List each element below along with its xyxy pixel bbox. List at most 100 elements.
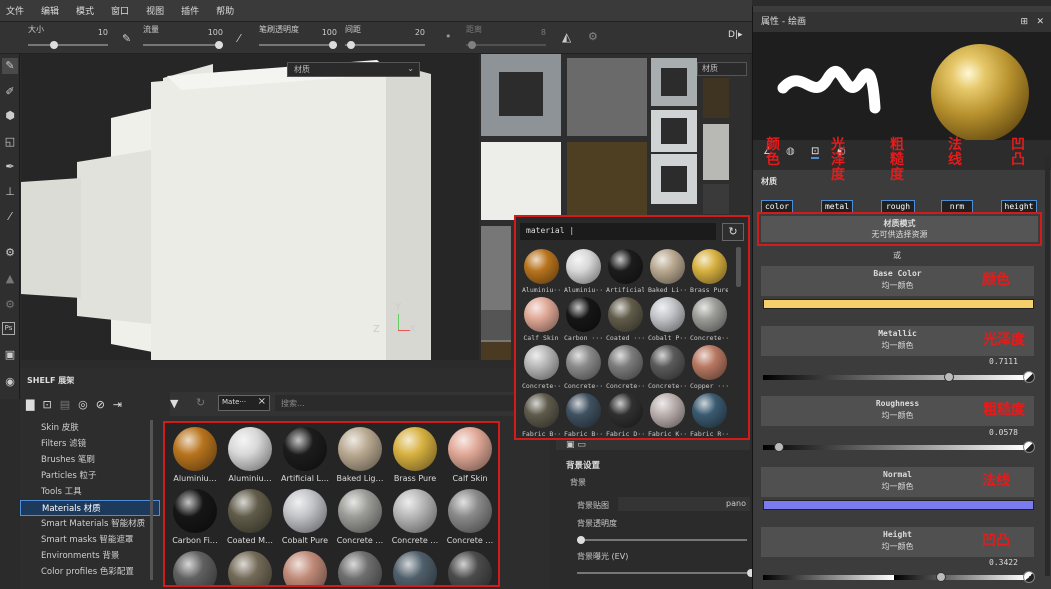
material-tile[interactable] [448, 551, 492, 585]
material-tile[interactable] [173, 489, 217, 533]
background-opacity-knob[interactable] [577, 536, 585, 544]
bake-icon[interactable]: ⚙ [2, 245, 18, 261]
background-tab-icon[interactable]: ▣ ▭ [566, 440, 586, 450]
category-particles[interactable]: Particles 粒子 [20, 468, 160, 484]
material-tile[interactable] [338, 489, 382, 533]
distance-slider[interactable] [466, 41, 546, 49]
plugin-icon[interactable]: ◉ [2, 374, 18, 390]
background-exposure-slider[interactable] [577, 569, 755, 577]
material-tile[interactable] [228, 427, 272, 471]
normal-swatch[interactable] [763, 500, 1034, 510]
popup-material-tile[interactable] [524, 249, 559, 284]
material-tile[interactable] [448, 427, 492, 471]
spacing-slider-knob[interactable] [347, 41, 355, 49]
bell-icon[interactable]: ▲ [2, 271, 18, 287]
height-value[interactable]: 0.3422 [989, 558, 1018, 567]
popup-material-tile[interactable] [692, 249, 727, 284]
menu-window[interactable]: 窗口 [105, 4, 140, 17]
material-tile[interactable] [173, 427, 217, 471]
refresh-icon[interactable]: ↻ [196, 396, 205, 409]
photoshop-icon[interactable]: Ps [2, 322, 15, 335]
popup-material-tile[interactable] [608, 249, 643, 284]
hide-icon[interactable]: ⊘ [96, 398, 105, 411]
popup-material-tile[interactable] [650, 297, 685, 332]
popup-material-tile[interactable] [566, 393, 601, 428]
filter-icon[interactable]: ▼ [170, 397, 178, 410]
category-tools[interactable]: Tools 工具 [20, 484, 160, 500]
category-color-profiles[interactable]: Color profiles 色彩配置 [20, 564, 160, 580]
settings-icon[interactable]: ⚙ [2, 297, 18, 313]
close-icon[interactable]: × [258, 396, 266, 407]
background-opacity-slider[interactable] [577, 536, 747, 544]
new-folder-icon[interactable]: ⊡ [42, 398, 51, 411]
category-environments[interactable]: Environments 背景 [20, 548, 160, 564]
metallic-map-icon[interactable] [1023, 371, 1035, 383]
material-tab-icon[interactable]: ◍ [786, 146, 795, 157]
material-tile[interactable] [338, 427, 382, 471]
folder-icon[interactable]: ▇ [26, 398, 34, 411]
properties-scrollbar[interactable] [1045, 156, 1050, 576]
import-icon[interactable]: ⇥ [113, 398, 122, 411]
height-map-icon[interactable] [1023, 571, 1035, 583]
popup-material-tile[interactable] [524, 393, 559, 428]
uv-channel-dropdown[interactable]: 材质 [697, 62, 747, 76]
3d-viewport[interactable]: Y Z X [21, 54, 479, 360]
base-color-swatch[interactable] [763, 299, 1034, 309]
distance-value[interactable]: 8 [522, 28, 546, 37]
roughness-map-icon[interactable] [1023, 441, 1035, 453]
popup-material-tile[interactable] [524, 345, 559, 380]
roughness-value[interactable]: 0.0578 [989, 428, 1018, 437]
polygon-fill-icon[interactable]: ◱ [2, 134, 18, 150]
menu-file[interactable]: 文件 [0, 4, 35, 17]
size-slider[interactable] [28, 41, 108, 49]
spacing-value[interactable]: 20 [401, 28, 425, 37]
popup-material-tile[interactable] [608, 393, 643, 428]
filter-tag[interactable]: Mate··· × [218, 395, 270, 411]
material-tile[interactable] [228, 489, 272, 533]
material-tile[interactable] [283, 551, 327, 585]
clone-stamp-icon[interactable]: ⊥ [2, 184, 18, 200]
popup-material-tile[interactable] [650, 249, 685, 284]
roughness-slider-knob[interactable] [773, 442, 784, 452]
menu-plugins[interactable]: 插件 [175, 4, 210, 17]
material-tile[interactable] [393, 551, 437, 585]
save-icon[interactable]: ▤ [60, 398, 70, 411]
roughness-slider[interactable] [763, 442, 1025, 452]
projection-icon[interactable]: ⬢ [2, 108, 18, 124]
viewport-channel-dropdown[interactable]: 材质 ⌄ [287, 62, 420, 77]
material-tile[interactable] [393, 427, 437, 471]
menu-mode[interactable]: 模式 [70, 4, 105, 17]
popup-material-tile[interactable] [524, 297, 559, 332]
size-slider-knob[interactable] [50, 41, 58, 49]
smudge-icon[interactable]: ✒ [2, 159, 18, 175]
material-mode-button[interactable]: 材质模式 无可供选择资源 [761, 216, 1038, 242]
dock-icon[interactable]: D|▸ [728, 30, 742, 40]
popup-material-tile[interactable] [608, 297, 643, 332]
category-filters[interactable]: Filters 滤镜 [20, 436, 160, 452]
stroke-opacity-value[interactable]: 100 [313, 28, 337, 37]
alignment-icon[interactable]: ⚙ [588, 30, 598, 43]
color-picker-icon[interactable]: ⁄ [2, 209, 18, 225]
height-slider-knob[interactable] [936, 572, 947, 582]
metallic-value[interactable]: 0.7111 [989, 357, 1018, 366]
category-brushes[interactable]: Brushes 笔刷 [20, 452, 160, 468]
metallic-slider-knob[interactable] [944, 372, 955, 382]
stroke-opacity-slider[interactable] [259, 41, 337, 49]
export-icon[interactable]: ▣ [2, 347, 18, 363]
visibility-icon[interactable]: ◎ [78, 398, 88, 411]
paint-tab-icon[interactable]: ⊡ [811, 146, 820, 159]
size-value[interactable]: 10 [84, 28, 108, 37]
material-tile[interactable] [173, 551, 217, 585]
category-smart-masks[interactable]: Smart masks 智能遮罩 [20, 532, 160, 548]
spacing-slider[interactable] [345, 41, 425, 49]
menu-view[interactable]: 视图 [140, 4, 175, 17]
popup-material-tile[interactable] [650, 345, 685, 380]
flow-value[interactable]: 100 [199, 28, 223, 37]
menu-help[interactable]: 帮助 [210, 4, 245, 17]
reset-search-icon[interactable]: ↻ [722, 223, 744, 241]
material-tile[interactable] [448, 489, 492, 533]
popup-material-tile[interactable] [566, 345, 601, 380]
symmetry-icon[interactable]: ◭ [562, 30, 571, 44]
material-tile[interactable] [338, 551, 382, 585]
popup-material-tile[interactable] [692, 297, 727, 332]
